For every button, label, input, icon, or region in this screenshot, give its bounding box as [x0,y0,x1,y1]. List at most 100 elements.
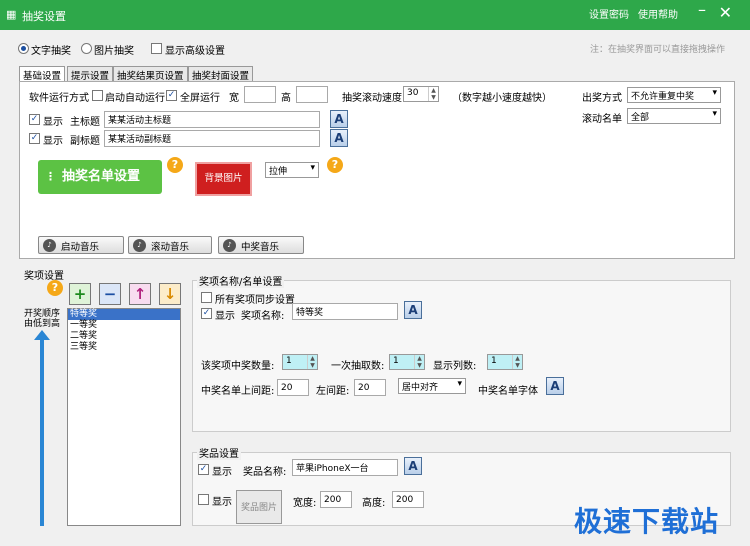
gift-image-button[interactable]: 奖品图片 [236,490,282,524]
list-font-button[interactable]: A [546,377,564,395]
music-icon: ♪ [133,239,146,252]
show-label: 显示 [212,497,232,508]
advanced-checkbox[interactable] [151,43,162,54]
run-mode-label: 软件运行方式 [29,93,89,104]
list-help-icon[interactable]: ? [167,157,183,173]
show-label: 显示 [43,136,63,147]
list-item[interactable]: 三等奖 [68,342,180,353]
autostart-checkbox[interactable] [92,90,103,101]
advanced-label: 显示高级设置 [165,46,225,57]
move-down-icon[interactable]: ↓ [159,283,181,305]
cols-spinner[interactable]: 1 ▲ ▼ [487,354,523,370]
height-input[interactable] [296,86,328,103]
window-title: 抽奖设置 [22,10,66,23]
gift-name-font-button[interactable]: A [404,457,422,475]
list-font-label: 中奖名单字体 [478,386,538,397]
once-spinner[interactable]: 1 ▲ ▼ [389,354,425,370]
prize-name-group-title: 奖项名称/名单设置 [197,273,285,288]
autostart-label: 启动自动运行 [105,93,165,104]
app-icon: ▦ [6,8,17,21]
text-lottery-radio[interactable] [18,43,29,54]
prize-help-icon[interactable]: ? [47,280,63,296]
cols-value: 1 [491,356,497,366]
spinner-arrows-icon[interactable]: ▲ ▼ [414,355,424,369]
show-main-title-checkbox[interactable]: ✓ [29,114,40,125]
list-item[interactable]: 特等奖 [68,309,180,320]
align-select[interactable]: 居中对齐 [398,378,466,394]
roll-list-label: 滚动名单 [582,114,622,125]
list-settings-label: 抽奖名单设置 [62,169,141,184]
roll-music-label: 滚动音乐 [151,242,190,253]
mode-select[interactable]: 不允许重复中奖 [627,87,721,103]
once-label: 一次抽取数: [331,361,385,372]
speed-hint: （数字越小速度越快） [452,93,552,104]
show-label: 显示 [43,117,63,128]
list-settings-button[interactable]: ⋮ 抽奖名单设置 [38,160,162,194]
stretch-help-icon[interactable]: ? [327,157,343,173]
order-arrow-icon [34,330,50,340]
top-margin-input[interactable] [277,379,309,396]
prize-name-input[interactable] [292,303,398,320]
start-music-label: 启动音乐 [61,242,100,253]
roll-music-button[interactable]: ♪ 滚动音乐 [128,236,212,254]
spinner-arrows-icon[interactable]: ▲ ▼ [512,355,522,369]
gift-height-input[interactable] [392,491,424,508]
tab-result-page[interactable]: 抽奖结果页设置 [113,66,188,82]
list-item[interactable]: 一等奖 [68,320,180,331]
background-image-button[interactable]: 背景图片 [195,162,252,196]
text-lottery-label: 文字抽奖 [31,46,71,57]
main-title-input[interactable] [104,111,320,128]
left-margin-input[interactable] [354,379,386,396]
sync-checkbox[interactable] [201,292,212,303]
add-prize-icon[interactable]: + [69,283,91,305]
gift-width-input[interactable] [320,491,352,508]
main-title-label: 主标题 [70,117,100,128]
remove-prize-icon[interactable]: − [99,283,121,305]
image-lottery-label: 图片抽奖 [94,46,134,57]
width-label: 宽 [229,93,239,104]
stretch-select[interactable]: 拉伸 [265,162,319,178]
order-arrow-line [40,334,44,526]
list-item[interactable]: 二等奖 [68,331,180,342]
height-label: 高 [281,93,291,104]
show-gift-name-checkbox[interactable]: ✓ [198,464,209,475]
prize-name-label: 奖项名称: [241,311,285,322]
help-link[interactable]: 使用帮助 [638,6,678,21]
set-password-link[interactable]: 设置密码 [589,6,629,21]
fullscreen-checkbox[interactable]: ✓ [166,90,177,101]
close-button[interactable]: ✕ [719,3,732,22]
roll-list-value: 全部 [631,113,650,123]
show-label: 显示 [212,467,232,478]
move-up-icon[interactable]: ↑ [129,283,151,305]
main-title-font-button[interactable]: A [330,110,348,128]
width-input[interactable] [244,86,276,103]
speed-value: 30 [407,88,419,98]
sub-title-label: 副标题 [70,136,100,147]
show-gift-image-checkbox[interactable] [198,494,209,505]
prize-list[interactable]: 特等奖 一等奖 二等奖 三等奖 [67,308,181,526]
spinner-arrows-icon[interactable]: ▲ ▼ [307,355,317,369]
tab-prompt[interactable]: 提示设置 [67,66,114,82]
count-value: 1 [286,356,292,366]
left-margin-label: 左间距: [316,386,350,397]
count-spinner[interactable]: 1 ▲ ▼ [282,354,318,370]
show-sub-title-checkbox[interactable]: ✓ [29,133,40,144]
show-prize-name-checkbox[interactable]: ✓ [201,308,212,319]
show-label: 显示 [215,311,235,322]
mode-value: 不允许重复中奖 [631,92,695,102]
roll-list-select[interactable]: 全部 [627,108,721,124]
spinner-arrows-icon[interactable]: ▲ ▼ [428,87,438,101]
speed-spinner[interactable]: 30 ▲ ▼ [403,86,439,102]
start-music-button[interactable]: ♪ 启动音乐 [38,236,124,254]
tab-cover[interactable]: 抽奖封面设置 [188,66,254,82]
tab-basic[interactable]: 基础设置 [19,66,66,82]
win-music-label: 中奖音乐 [241,242,280,253]
sub-title-input[interactable] [104,130,320,147]
minimize-button[interactable]: – [698,0,706,19]
sub-title-font-button[interactable]: A [330,129,348,147]
prize-name-font-button[interactable]: A [404,301,422,319]
align-value: 居中对齐 [402,383,439,393]
image-lottery-radio[interactable] [81,43,92,54]
win-music-button[interactable]: ♪ 中奖音乐 [218,236,304,254]
gift-name-input[interactable] [292,459,398,476]
